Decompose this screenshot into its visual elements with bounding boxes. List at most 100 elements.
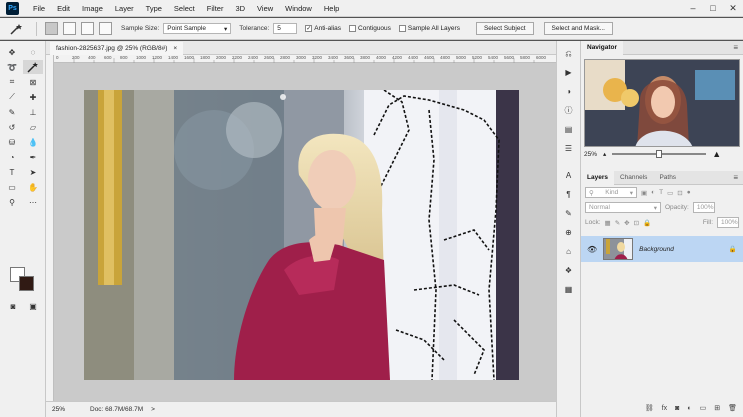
menu-layer[interactable]: Layer — [109, 4, 140, 13]
document-tab[interactable]: fashion-2825637.jpg @ 25% (RGB/8#) × — [50, 42, 184, 55]
visibility-eye-icon[interactable]: 👁 — [587, 245, 597, 254]
menu-edit[interactable]: Edit — [51, 4, 76, 13]
layer-style-fx-icon[interactable]: fx — [662, 405, 667, 412]
dodge-tool-icon[interactable]: ◔ — [2, 150, 22, 164]
adjustment-layer-icon[interactable]: ◐ — [687, 405, 691, 412]
add-mask-icon[interactable]: ◙ — [675, 405, 679, 412]
paragraph-panel-icon[interactable]: ¶ — [560, 188, 577, 201]
menu-select[interactable]: Select — [168, 4, 201, 13]
zoom-out-mountain-icon[interactable]: ▴ — [603, 150, 606, 158]
move-tool-icon[interactable]: ✥ — [2, 45, 22, 59]
link-layers-icon[interactable]: ⛓ — [645, 404, 654, 412]
zoom-tool-icon[interactable]: ⚲ — [2, 195, 22, 209]
subtract-from-selection-button[interactable] — [81, 22, 94, 35]
new-layer-icon[interactable]: ⊞ — [714, 404, 720, 412]
path-selection-icon[interactable]: ➤ — [23, 165, 43, 179]
blur-tool-icon[interactable]: 💧 — [23, 135, 43, 149]
sample-all-layers-checkbox[interactable]: Sample All Layers — [398, 25, 460, 32]
more-tools-icon[interactable]: ⋯ — [23, 195, 43, 209]
intersect-selection-button[interactable] — [99, 22, 112, 35]
properties-icon[interactable]: ☰ — [560, 142, 577, 155]
tab-paths[interactable]: Paths — [653, 171, 682, 185]
fill-input[interactable]: 100% — [717, 217, 739, 228]
timeline-icon[interactable]: ▦ — [560, 283, 577, 296]
menu-3d[interactable]: 3D — [229, 4, 251, 13]
rectangle-tool-icon[interactable]: ▭ — [2, 180, 22, 194]
character-panel-icon[interactable]: A — [560, 169, 577, 182]
delete-layer-icon[interactable]: 🗑 — [728, 404, 737, 412]
lock-all-icon[interactable]: 🔒 — [643, 219, 651, 227]
tab-navigator[interactable]: Navigator — [581, 40, 623, 55]
info-icon[interactable]: ⓘ — [560, 104, 577, 117]
glyphs-icon[interactable]: ⌂ — [560, 245, 577, 258]
libraries-icon[interactable]: ▤ — [560, 123, 577, 136]
color-swatches[interactable] — [10, 267, 36, 291]
tolerance-input[interactable]: 5 — [273, 23, 298, 34]
navigator-zoom-value[interactable]: 25% — [584, 151, 597, 158]
actions-play-icon[interactable]: ▶ — [560, 66, 577, 79]
eraser-tool-icon[interactable]: ▱ — [23, 120, 43, 134]
stamp-tool-icon[interactable]: ⊥ — [23, 105, 43, 119]
screen-mode-icon[interactable]: ▣ — [23, 299, 43, 313]
close-button[interactable]: ✕ — [723, 3, 743, 14]
marquee-tool-icon[interactable]: ◌ — [23, 45, 43, 59]
photoshop-logo[interactable]: Ps — [6, 1, 19, 15]
magic-wand-tool-icon[interactable] — [23, 60, 43, 74]
hand-tool-icon[interactable]: ✋ — [23, 180, 43, 194]
filter-shape-icon[interactable]: ▭ — [667, 189, 673, 197]
filter-type-icon[interactable]: T — [659, 189, 663, 196]
brush-tool-icon[interactable]: ✎ — [2, 105, 22, 119]
quick-mask-icon[interactable]: ◙ — [3, 299, 23, 313]
history-brush-icon[interactable]: ↺ — [2, 120, 22, 134]
background-color-swatch[interactable] — [19, 276, 34, 291]
status-menu-arrow-icon[interactable]: > — [151, 406, 155, 413]
filter-adjustment-icon[interactable]: ◐ — [651, 189, 655, 196]
new-selection-button[interactable] — [45, 22, 58, 35]
filter-toggle-icon[interactable]: ● — [687, 189, 691, 196]
filter-pixel-icon[interactable]: ▣ — [641, 189, 647, 197]
opacity-input[interactable]: 100% — [692, 202, 715, 213]
3d-panel-icon[interactable]: ❖ — [560, 264, 577, 277]
menu-image[interactable]: Image — [76, 4, 109, 13]
crop-tool-icon[interactable]: ⌗ — [2, 75, 22, 89]
menu-view[interactable]: View — [251, 4, 279, 13]
tab-layers[interactable]: Layers — [581, 170, 614, 185]
lock-position-icon[interactable]: ✥ — [624, 219, 629, 227]
new-group-icon[interactable]: ▭ — [700, 404, 707, 412]
layer-row-background[interactable]: 👁 Background 🔒 — [581, 236, 743, 262]
clone-source-icon[interactable]: ⊕ — [560, 226, 577, 239]
lasso-tool-icon[interactable]: ➰ — [2, 60, 22, 74]
layer-kind-select[interactable]: ⚲ Kind ▾ — [585, 187, 637, 198]
canvas-area[interactable] — [54, 63, 556, 401]
type-tool-icon[interactable]: T — [2, 165, 22, 179]
menu-window[interactable]: Window — [279, 4, 318, 13]
eyedropper-tool-icon[interactable]: ⟋ — [2, 90, 22, 104]
menu-help[interactable]: Help — [318, 4, 345, 13]
healing-brush-icon[interactable]: ✚ — [23, 90, 43, 104]
brush-settings-icon[interactable]: ✎ — [560, 207, 577, 220]
menu-filter[interactable]: Filter — [201, 4, 230, 13]
frame-tool-icon[interactable]: ⊠ — [23, 75, 43, 89]
blend-mode-select[interactable]: Normal ▾ — [585, 202, 661, 213]
adjustments-icon[interactable]: ◑ — [560, 85, 577, 98]
select-subject-button[interactable]: Select Subject — [475, 22, 534, 35]
document-image[interactable] — [84, 90, 519, 380]
contiguous-checkbox[interactable]: Contiguous — [349, 25, 391, 32]
lock-pixels-icon[interactable]: ▦ — [605, 219, 611, 227]
paint-bucket-icon[interactable]: ⛁ — [2, 135, 22, 149]
menu-type[interactable]: Type — [140, 4, 168, 13]
panel-menu-icon[interactable]: ≡ — [733, 43, 738, 52]
anti-alias-checkbox[interactable]: ✓ Anti-alias — [305, 25, 341, 32]
lock-artboard-icon[interactable]: ⊡ — [634, 219, 639, 227]
filter-smart-object-icon[interactable]: ⊡ — [677, 189, 682, 197]
history-panel-icon[interactable]: ⎌ — [560, 47, 577, 60]
panel-menu-icon[interactable]: ≡ — [733, 173, 738, 182]
tab-channels[interactable]: Channels — [614, 171, 653, 185]
maximize-button[interactable]: □ — [703, 3, 723, 14]
select-and-mask-button[interactable]: Select and Mask... — [543, 22, 613, 35]
sample-size-select[interactable]: Point Sample ▾ — [163, 23, 232, 34]
navigator-zoom-slider[interactable] — [612, 150, 707, 158]
zoom-level-field[interactable]: 25% — [46, 406, 82, 413]
minimize-button[interactable]: – — [683, 3, 703, 14]
menu-file[interactable]: File — [27, 4, 51, 13]
